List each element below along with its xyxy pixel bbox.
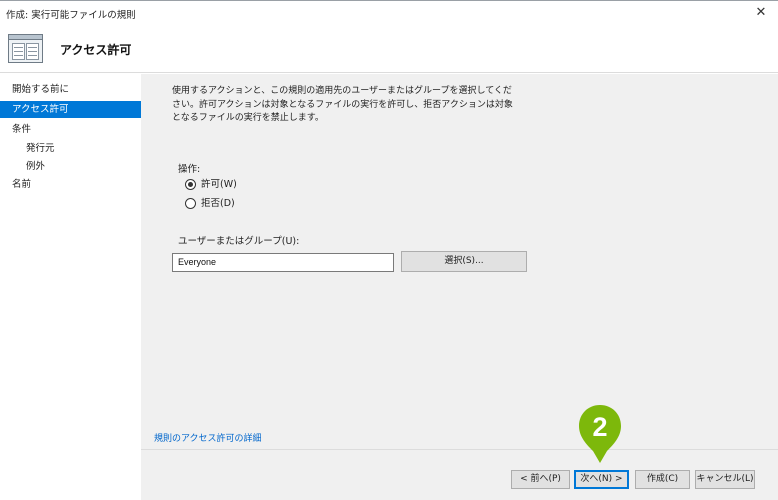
action-label: 操作: <box>178 164 201 175</box>
deny-radio-label: 拒否(D) <box>201 198 235 209</box>
allow-radio-label: 許可(W) <box>201 179 237 190</box>
user-group-label: ユーザーまたはグループ(U): <box>178 236 300 247</box>
sidebar-item-exceptions[interactable]: 例外 <box>0 158 141 175</box>
next-button[interactable]: 次へ(N) > <box>574 470 629 489</box>
rule-wizard-icon <box>8 34 43 63</box>
window-title-bar: 作成: 実行可能ファイルの規則 ✕ <box>0 0 778 24</box>
close-icon[interactable]: ✕ <box>752 4 770 22</box>
callout-number: 2 <box>592 412 607 442</box>
wizard-steps-sidebar: 開始する前に アクセス許可 条件 発行元 例外 名前 <box>0 74 141 500</box>
radio-selected-dot <box>188 182 193 187</box>
window-title: 作成: 実行可能ファイルの規則 <box>6 10 136 21</box>
user-group-input[interactable]: Everyone <box>172 253 394 272</box>
sidebar-item-publisher[interactable]: 発行元 <box>0 140 141 157</box>
create-button[interactable]: 作成(C) <box>635 470 690 489</box>
previous-button[interactable]: < 前へ(P) <box>511 470 570 489</box>
sidebar-item-permissions[interactable]: アクセス許可 <box>0 101 141 118</box>
permission-details-link[interactable]: 規則のアクセス許可の詳細 <box>154 431 262 444</box>
sidebar-item-name[interactable]: 名前 <box>0 176 141 193</box>
step-2-callout-marker: 2 <box>579 405 621 463</box>
wizard-header: アクセス許可 <box>0 24 778 73</box>
radio-circle <box>185 198 196 209</box>
footer-divider <box>141 449 778 450</box>
sidebar-item-before-you-begin[interactable]: 開始する前に <box>0 81 141 98</box>
main-panel: 使用するアクションと、この規則の適用先のユーザーまたはグループを選択してください… <box>141 74 778 500</box>
permissions-description: 使用するアクションと、この規則の適用先のユーザーまたはグループを選択してください… <box>172 86 513 123</box>
select-user-button[interactable]: 選択(S)... <box>401 251 527 272</box>
radio-circle <box>185 179 196 190</box>
cancel-button[interactable]: キャンセル(L) <box>695 470 755 489</box>
page-title: アクセス許可 <box>60 43 132 57</box>
sidebar-item-conditions[interactable]: 条件 <box>0 121 141 138</box>
